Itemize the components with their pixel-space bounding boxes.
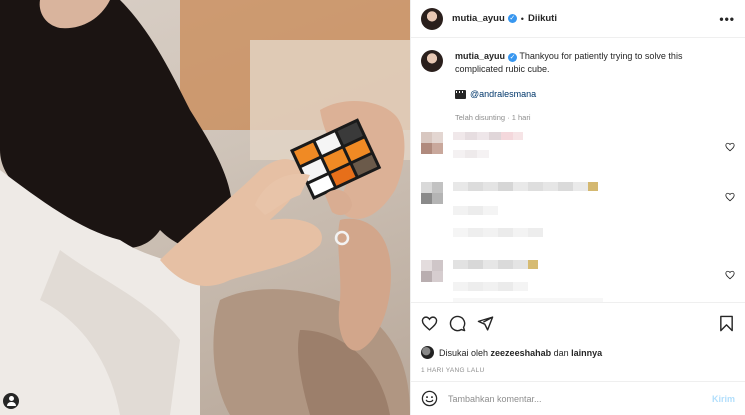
post-comment-button[interactable]: Kirim (712, 394, 735, 404)
likes-joiner: dan (553, 347, 569, 358)
more-options-icon[interactable]: ••• (719, 12, 735, 26)
caption-body: mutia_ayuu ✓ Thankyou for patiently tryin… (455, 50, 710, 124)
share-icon[interactable] (477, 315, 494, 332)
add-comment-bar: Kirim (411, 381, 745, 415)
mention-link[interactable]: @andralesmana (470, 88, 536, 101)
comment-icon[interactable] (449, 315, 466, 332)
blurred-text (453, 260, 603, 302)
header-separator: • (520, 13, 524, 24)
author-avatar[interactable] (421, 7, 443, 30)
blurred-avatar (421, 260, 443, 282)
bookmark-icon[interactable] (718, 315, 735, 332)
heart-icon[interactable] (421, 315, 438, 332)
blurred-text (453, 182, 598, 237)
first-liker-link[interactable]: zeezeeshahab (491, 348, 552, 358)
blurred-text (453, 132, 523, 158)
comment-like-heart-icon[interactable] (725, 142, 735, 152)
post-timestamp[interactable]: 1 HARI YANG LALU (421, 367, 735, 374)
author-username[interactable]: mutia_ayuu (452, 13, 505, 24)
edited-time[interactable]: 1 hari (512, 113, 531, 122)
user-tag-icon[interactable] (3, 393, 19, 409)
post-header: mutia_ayuu ✓ • Diikuti ••• (411, 0, 745, 38)
comment-input[interactable] (448, 393, 712, 404)
verified-badge-icon: ✓ (507, 14, 517, 23)
photo-illustration (0, 0, 410, 415)
caption-username[interactable]: mutia_ayuu (455, 51, 505, 61)
likes-summary: Disukai oleh zeezeeshahab dan lainnya (421, 346, 735, 359)
likes-prefix: Disukai oleh (439, 347, 489, 358)
action-icons-row (421, 313, 735, 333)
caption-meta: Telah disunting · 1 hari (455, 111, 710, 124)
blurred-comment (421, 256, 735, 302)
comment-like-heart-icon[interactable] (725, 270, 735, 280)
blurred-avatar (421, 132, 443, 154)
blurred-comment (421, 128, 735, 168)
verified-badge-icon: ✓ (508, 53, 518, 62)
caption-avatar[interactable] (421, 50, 443, 72)
comment-like-heart-icon[interactable] (725, 192, 735, 202)
post-side-panel: mutia_ayuu ✓ • Diikuti ••• mutia_ayuu ✓ T… (410, 0, 745, 415)
others-likes-link[interactable]: lainnya (571, 348, 602, 358)
mention-line: @andralesmana (455, 88, 710, 101)
follow-button[interactable]: Diikuti (528, 13, 557, 24)
comments-list[interactable]: mutia_ayuu ✓ Thankyou for patiently tryin… (411, 38, 745, 302)
post-actions: Disukai oleh zeezeeshahab dan lainnya 1 … (411, 302, 745, 374)
emoji-icon[interactable] (421, 390, 438, 407)
liker-avatar[interactable] (421, 346, 434, 359)
blurred-avatar (421, 182, 443, 204)
blurred-comment (421, 178, 735, 248)
post-photo[interactable] (0, 0, 410, 415)
caption: mutia_ayuu ✓ Thankyou for patiently tryin… (421, 50, 735, 124)
edited-label: Telah disunting (455, 113, 506, 122)
clapperboard-icon (455, 90, 466, 99)
